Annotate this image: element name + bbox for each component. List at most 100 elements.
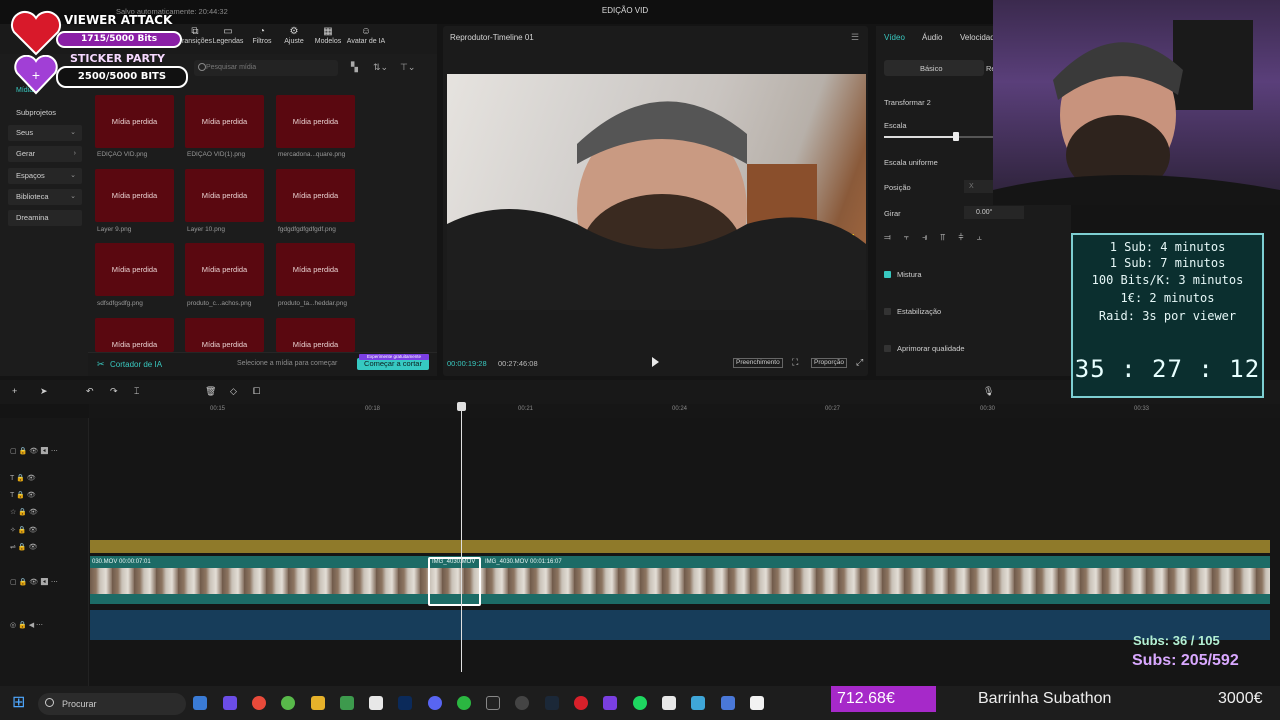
capcut-icon[interactable] [750,696,764,710]
discord-icon[interactable] [428,696,442,710]
fullscreen-icon[interactable]: ⤢ [856,357,863,368]
chrome-icon[interactable] [252,696,266,710]
subtab-basic[interactable]: Básico [884,60,984,76]
whatsapp-icon[interactable] [457,696,471,710]
track-controls[interactable]: ⇌ 🔒 👁 [10,543,37,551]
media-caption: Layer 9.png [97,226,132,233]
nav-yours[interactable]: Seus ⌄ [8,125,82,141]
rotate-label: Girar [884,209,901,218]
marker-icon[interactable]: ◇ [230,386,237,397]
windows-start-icon[interactable]: ⊞ [12,694,30,712]
media-thumb[interactable]: Mídia perdida [185,169,264,222]
nav-subprojects[interactable]: Subprojetos [8,105,82,121]
blend-checkbox[interactable] [884,271,891,278]
sort-icon[interactable]: ⇅⌄ [373,62,388,73]
position-x-input[interactable]: X [964,180,994,193]
ruler-tick: 00:30 [980,406,996,412]
adjustment-track[interactable] [90,540,1270,553]
track-controls[interactable]: ◎ 🔒 ◀ ⋯ [10,621,43,629]
media-thumb[interactable]: Mídia perdida [185,243,264,296]
rule-line: Raid: 3s por viewer [1098,309,1237,323]
stabilize-checkbox[interactable] [884,308,891,315]
rotate-input[interactable]: 0.00° [964,206,1024,219]
fill-button[interactable]: Preenchimento [733,358,783,368]
media-thumb[interactable]: Mídia perdida [185,318,264,352]
taskbar-search[interactable]: Procurar [38,693,186,715]
track-controls[interactable]: ▢ 🔒 👁 ◀ ⋯ [10,447,58,455]
tab-ai-avatar[interactable]: ☺ Avatar de IA [344,26,388,45]
media-caption: mercadona...quare.png [278,151,346,158]
chevron-down-icon: ⌄ [70,129,76,136]
grid-view-icon[interactable]: ▚ [351,62,358,73]
app-icon[interactable] [281,696,295,710]
current-timecode: 00:00:19:28 [447,359,487,368]
spotify-icon[interactable] [633,696,647,710]
donation-goal: 3000€ [1218,690,1263,707]
scale-slider-handle[interactable] [953,132,959,141]
track-controls[interactable]: ☆ 🔒 👁 [10,508,38,516]
media-thumb[interactable]: Mídia perdida [276,169,355,222]
steam-icon[interactable] [545,696,559,710]
redo-icon[interactable]: ↷ [110,386,118,397]
add-icon[interactable]: + [12,386,17,396]
undo-icon[interactable]: ↶ [86,386,94,397]
folder-icon[interactable] [311,696,325,710]
tab-video[interactable]: Vídeo [884,33,905,42]
media-thumb[interactable]: Mídia perdida [95,243,174,296]
app-icon[interactable] [574,696,588,710]
track-controls[interactable]: ▢ 🔒 👁 ◀ ⋯ [10,578,58,586]
media-thumb[interactable]: Mídia perdida [95,318,174,352]
media-caption: produto_c...achos.png [187,300,252,307]
rule-line: 1 Sub: 4 minutos [1109,240,1226,254]
menu-icon[interactable]: ☰ [851,32,859,43]
ruler-tick: 00:33 [1134,406,1150,412]
app-icon[interactable] [603,696,617,710]
calculator-icon[interactable] [340,696,354,710]
media-thumb[interactable]: Mídia perdida [276,95,355,148]
enhance-checkbox[interactable] [884,345,891,352]
crop-icon[interactable]: ⧠ [253,386,260,397]
tab-audio[interactable]: Áudio [922,33,942,42]
media-search-input[interactable]: Pesquisar mídia [194,60,338,76]
aspect-ratio-button[interactable]: Proporção [811,358,847,368]
playhead[interactable] [461,404,462,672]
app-icon[interactable] [223,696,237,710]
track-controls[interactable]: ✧ 🔒 👁 [10,526,37,534]
app-icon[interactable] [691,696,705,710]
selected-clip[interactable] [428,557,481,606]
delete-icon[interactable]: 🗑 [205,386,216,397]
crop-icon[interactable]: ⛶ [792,357,798,368]
filter-icon[interactable]: ⊤⌄ [400,62,415,73]
split-icon[interactable]: ⌶ [134,386,139,397]
app-icon[interactable] [662,696,676,710]
nav-spaces[interactable]: Espaços ⌄ [8,168,82,184]
track-controls[interactable]: T 🔒 👁 [10,474,36,482]
play-icon[interactable] [652,357,659,367]
app-icon[interactable] [369,696,383,710]
scissors-icon: ✂ [97,359,105,369]
svg-text:+: + [32,67,40,83]
media-thumb[interactable]: Mídia perdida [95,95,174,148]
media-thumb[interactable]: Mídia perdida [276,243,355,296]
align-tools[interactable]: ⫤⫟⫣⫪⫩⫠ [884,232,1069,245]
uniform-scale-label: Escala uniforme [884,158,938,167]
microphone-icon[interactable]: 🎙 [983,386,994,397]
media-thumb[interactable]: Mídia perdida [185,95,264,148]
media-thumb[interactable]: Mídia perdida [95,169,174,222]
media-thumb[interactable]: Mídia perdida [276,318,355,352]
media-caption: sdfsdfgsdfg.png [97,300,143,307]
app-icon[interactable] [515,696,529,710]
select-tool-icon[interactable]: ➤ [40,386,48,397]
nav-library[interactable]: Biblioteca ⌄ [8,189,82,205]
photoshop-icon[interactable] [398,696,412,710]
audio-track[interactable] [90,610,1270,640]
track-controls[interactable]: T 🔒 👁 [10,491,36,499]
video-preview [447,74,866,310]
playhead-handle[interactable] [457,402,466,411]
webcam-image [993,20,1280,205]
app-icon[interactable] [193,696,207,710]
nav-generate[interactable]: Gerar › [8,146,82,162]
nav-dreamina[interactable]: Dreamina [8,210,82,226]
epic-games-icon[interactable] [486,696,500,710]
app-icon[interactable] [721,696,735,710]
